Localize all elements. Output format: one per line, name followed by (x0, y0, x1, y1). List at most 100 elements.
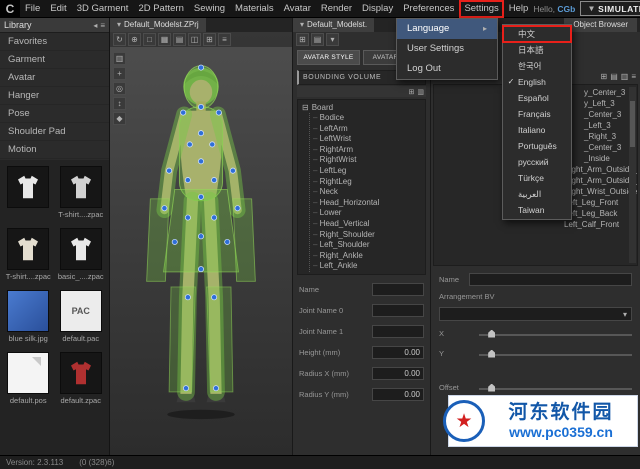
tab-avatar-style[interactable]: AVATAR STYLE (297, 50, 360, 65)
collapse-icon[interactable] (302, 102, 309, 113)
field-value[interactable]: 0.00 (372, 366, 424, 380)
field-value[interactable] (372, 324, 424, 338)
language-menu-item[interactable]: Español (503, 90, 571, 106)
menu-item[interactable]: 2D Pattern (133, 0, 188, 18)
tree-item[interactable]: Head_Horizontal (313, 198, 425, 209)
tree-item[interactable]: Neck (313, 187, 425, 198)
library-nav-item[interactable]: Garment (0, 51, 109, 69)
library-nav-item[interactable]: Motion (0, 141, 109, 159)
tree-item[interactable]: RightArm (313, 145, 425, 156)
viewport-3d[interactable]: Default_Modelst.ZPrj (110, 18, 292, 455)
viewport-tool-icon[interactable] (113, 33, 126, 46)
viewport-side-tool-icon[interactable] (113, 52, 126, 65)
settings-menu-item[interactable]: Log Out (397, 59, 497, 79)
language-menu-item[interactable]: Türkçe (503, 170, 571, 186)
x-slider[interactable] (479, 328, 632, 340)
language-menu-item[interactable]: Taiwan (503, 202, 571, 218)
library-file-item[interactable]: basic_....zpac (58, 228, 105, 281)
menu-item[interactable]: Settings (459, 0, 504, 18)
object-browser-tool-icon[interactable] (601, 72, 608, 81)
viewport-side-tool-icon[interactable] (113, 112, 126, 125)
tree-item[interactable]: Right_Shoulder (313, 230, 425, 241)
field-value[interactable] (372, 303, 424, 317)
avatar-3d[interactable] (126, 46, 276, 441)
viewport-side-tool-icon[interactable] (113, 67, 126, 80)
tree-item[interactable]: Head_Vertical (313, 219, 425, 230)
bounding-volume-tool-icon[interactable] (417, 88, 424, 96)
property-tool-icon[interactable] (296, 33, 309, 46)
language-menu-item[interactable]: русский (503, 154, 571, 170)
library-file-item[interactable]: default.pos (5, 352, 52, 405)
object-tree-item[interactable]: Left_Calf_Front (434, 219, 637, 230)
library-file-item[interactable] (5, 166, 52, 219)
language-menu-item[interactable]: العربية (503, 186, 571, 202)
file-thumbnail[interactable] (7, 228, 50, 270)
property-tab[interactable]: Default_Modelst. (293, 18, 375, 32)
scrollbar[interactable] (629, 87, 636, 263)
viewport-tool-icon[interactable] (128, 33, 141, 46)
viewport-tool-icon[interactable] (173, 33, 186, 46)
file-thumbnail[interactable]: PAC (59, 290, 102, 332)
y-slider[interactable] (479, 348, 632, 360)
library-nav-item[interactable]: Avatar (0, 69, 109, 87)
library-file-item[interactable]: PAC default.pac (58, 290, 105, 343)
library-file-item[interactable]: default.zpac (58, 352, 105, 405)
menu-item[interactable]: Sewing (189, 0, 230, 18)
language-menu-item[interactable]: Português (503, 138, 571, 154)
menu-item[interactable]: File (20, 0, 45, 18)
simulation-button[interactable]: SIMULATION (580, 1, 640, 16)
file-thumbnail[interactable] (7, 352, 50, 394)
settings-menu-item[interactable]: User Settings (397, 39, 497, 59)
tree-item[interactable]: LeftWrist (313, 134, 425, 145)
library-nav-item[interactable]: Hanger (0, 87, 109, 105)
file-thumbnail[interactable] (59, 352, 102, 394)
bounding-volume-tool-icon[interactable] (409, 88, 415, 96)
object-browser-tool-icon[interactable] (631, 72, 636, 81)
library-file-item[interactable]: blue silk.jpg (5, 290, 52, 343)
viewport-side-tool-icon[interactable] (113, 82, 126, 95)
field-value[interactable]: 0.00 (372, 387, 424, 401)
file-thumbnail[interactable] (7, 290, 50, 332)
viewport-tool-icon[interactable] (188, 33, 201, 46)
viewport-tool-icon[interactable] (143, 33, 156, 46)
tree-item[interactable]: Bodice (313, 113, 425, 124)
menu-item[interactable]: Help (504, 0, 534, 18)
menu-item[interactable]: Render (316, 0, 357, 18)
language-menu-item[interactable]: 日本語 (503, 42, 571, 58)
slider-thumb[interactable] (488, 329, 496, 338)
object-browser-tool-icon[interactable] (621, 72, 629, 81)
tree-item[interactable]: Right_Ankle (313, 251, 425, 262)
arrangement-select[interactable] (439, 307, 632, 321)
slider-thumb[interactable] (488, 383, 496, 392)
library-file-item[interactable]: T-shirt....zpac (5, 228, 52, 281)
tree-item[interactable]: Left_Ankle (313, 261, 425, 272)
tree-item[interactable]: RightWrist (313, 155, 425, 166)
scrollbar-thumb[interactable] (630, 101, 635, 147)
menu-item[interactable]: Edit (45, 0, 71, 18)
file-thumbnail[interactable] (7, 166, 50, 208)
language-menu-item[interactable]: 한국어 (503, 58, 571, 74)
menu-item[interactable]: Avatar (279, 0, 316, 18)
file-thumbnail[interactable] (59, 228, 102, 270)
language-menu-item[interactable]: English (503, 74, 571, 90)
tree-item[interactable]: Lower (313, 208, 425, 219)
menu-item[interactable]: Display (357, 0, 398, 18)
object-browser-tool-icon[interactable] (610, 72, 618, 81)
settings-menu-item[interactable]: Language (397, 19, 497, 39)
library-nav-item[interactable]: Shoulder Pad (0, 123, 109, 141)
viewport-tool-icon[interactable] (158, 33, 171, 46)
library-file-item[interactable]: T-shirt....zpac (58, 166, 105, 219)
tree-item[interactable]: RightLeg (313, 177, 425, 188)
property-tool-icon[interactable] (326, 33, 339, 46)
viewport-tab[interactable]: Default_Modelst.ZPrj (110, 18, 206, 32)
tree-item[interactable]: LeftArm (313, 124, 425, 135)
tab-object-browser[interactable]: Object Browser (564, 18, 637, 32)
language-menu-item[interactable]: 中文 (502, 25, 572, 43)
property-tool-icon[interactable] (311, 33, 324, 46)
library-header-icon[interactable] (100, 21, 105, 30)
viewport-tool-icon[interactable] (218, 33, 231, 46)
field-value[interactable]: 0.00 (372, 345, 424, 359)
language-menu-item[interactable]: Français (503, 106, 571, 122)
menu-item[interactable]: 3D Garment (72, 0, 134, 18)
viewport-side-tool-icon[interactable] (113, 97, 126, 110)
